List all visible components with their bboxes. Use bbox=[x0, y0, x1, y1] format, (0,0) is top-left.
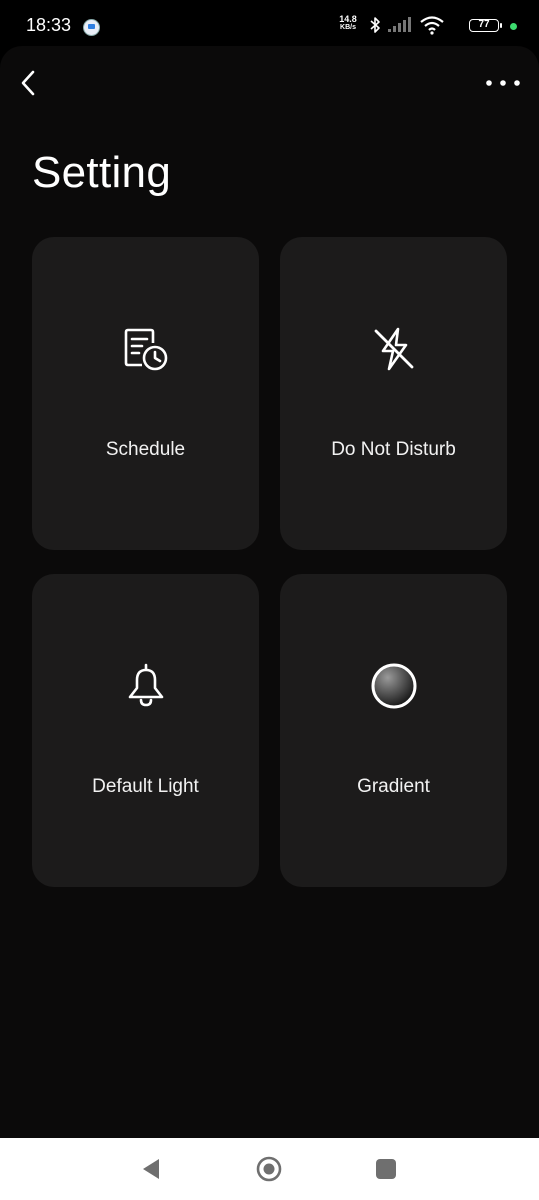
status-bar: 18:33 14.8 KB/s 77 bbox=[0, 0, 539, 48]
network-speed-unit: KB/s bbox=[340, 24, 356, 31]
gradient-circle-icon bbox=[371, 663, 416, 709]
schedule-icon bbox=[124, 328, 167, 371]
do-not-disturb-label: Do Not Disturb bbox=[331, 439, 456, 460]
status-time: 18:33 bbox=[26, 15, 72, 35]
bluetooth-icon bbox=[370, 17, 380, 33]
page-title: Setting bbox=[32, 148, 172, 197]
default-light-tile[interactable]: Default Light bbox=[32, 574, 259, 887]
nav-home-button[interactable] bbox=[254, 1154, 284, 1184]
do-not-disturb-tile[interactable]: Do Not Disturb bbox=[280, 237, 507, 550]
notification-app-icon bbox=[83, 19, 100, 36]
privacy-indicator-dot bbox=[510, 23, 517, 30]
nav-recents-button[interactable] bbox=[371, 1154, 401, 1184]
no-flash-icon bbox=[374, 327, 413, 371]
schedule-label: Schedule bbox=[105, 439, 186, 460]
status-indicators: 14.8 KB/s 77 bbox=[317, 14, 517, 36]
back-button[interactable] bbox=[14, 66, 46, 100]
system-navigation-bar bbox=[0, 1138, 539, 1200]
gradient-label: Gradient bbox=[357, 776, 430, 797]
gradient-tile[interactable]: Gradient bbox=[280, 574, 507, 887]
triangle-back-icon bbox=[143, 1159, 159, 1179]
battery-indicator: 77 bbox=[469, 19, 502, 32]
chevron-left-icon bbox=[21, 70, 35, 96]
more-horizontal-icon bbox=[486, 80, 520, 86]
network-speed-value: 14.8 bbox=[339, 14, 357, 24]
more-options-button[interactable] bbox=[483, 70, 523, 96]
network-speed: 14.8 KB/s bbox=[334, 15, 362, 32]
bell-icon bbox=[128, 663, 163, 707]
schedule-tile[interactable]: Schedule bbox=[32, 237, 259, 550]
wifi-icon bbox=[420, 16, 444, 35]
square-recents-icon bbox=[376, 1159, 396, 1179]
nav-back-button[interactable] bbox=[137, 1154, 167, 1184]
circle-home-icon bbox=[256, 1156, 282, 1182]
default-light-label: Default Light bbox=[92, 776, 199, 797]
signal-icon bbox=[388, 17, 411, 32]
